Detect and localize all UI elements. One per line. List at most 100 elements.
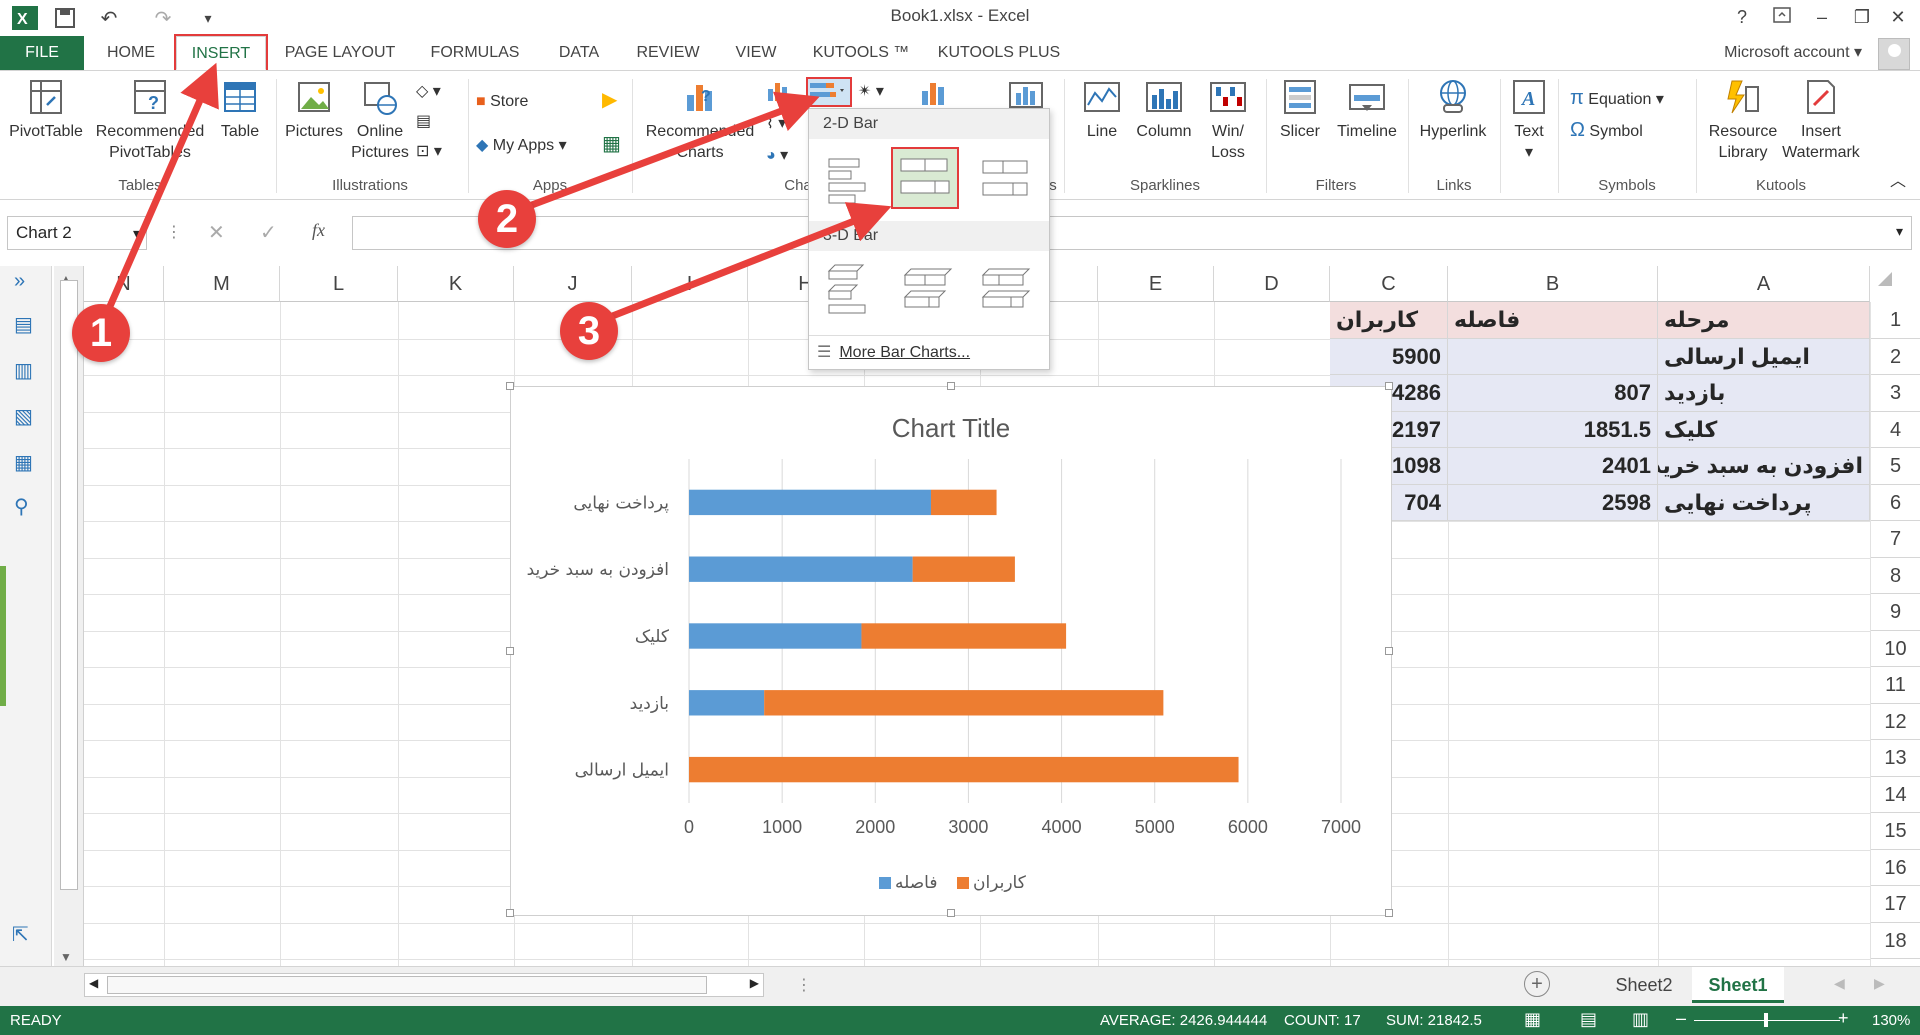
cell-b6[interactable]: 2598	[1448, 484, 1658, 521]
100-stacked-bar-option[interactable]	[977, 151, 1033, 207]
recommended-charts-button[interactable]: ? Recommended Charts	[638, 71, 762, 163]
row-header-18[interactable]: 18	[1870, 922, 1920, 959]
tab-view[interactable]: VIEW	[726, 36, 786, 70]
row-header-16[interactable]: 16	[1870, 849, 1920, 886]
more-bar-charts-link[interactable]: ☰ More Bar Charts...	[817, 339, 1043, 367]
table-button[interactable]: Table	[212, 71, 268, 142]
column-header-b[interactable]: B	[1448, 266, 1658, 302]
chart-resize-handle[interactable]	[506, 382, 514, 390]
column-header-k[interactable]: K	[398, 266, 514, 302]
pie-chart-dropdown-icon[interactable]: ◕ ▾	[766, 143, 788, 169]
scroll-left-icon[interactable]: ◀	[89, 976, 98, 990]
3d-clustered-bar-option[interactable]	[823, 261, 879, 317]
symbol-button[interactable]: Ω Symbol	[1570, 117, 1643, 143]
sparkline-line-button[interactable]: Line	[1070, 71, 1134, 142]
tab-insert[interactable]: INSERT	[174, 34, 268, 72]
chart-resize-handle[interactable]	[947, 909, 955, 917]
chart-resize-handle[interactable]	[947, 382, 955, 390]
page-break-view-icon[interactable]: ▥	[1632, 1009, 1649, 1030]
name-box[interactable]: Chart 2 ▾	[7, 216, 147, 250]
row-header-2[interactable]: 2	[1870, 338, 1920, 375]
sheet-prev-icon[interactable]: ◀	[1834, 975, 1845, 992]
cell-b3[interactable]: 807	[1448, 375, 1658, 412]
tab-formulas[interactable]: FORMULAS	[420, 36, 530, 70]
chart-resize-handle[interactable]	[506, 909, 514, 917]
bar-chart-dropdown-button[interactable]	[806, 77, 852, 107]
column-header-e[interactable]: E	[1098, 266, 1214, 302]
row-header-9[interactable]: 9	[1870, 594, 1920, 631]
help-icon[interactable]: ?	[1724, 2, 1760, 32]
3d-stacked-bar-option[interactable]	[899, 261, 955, 317]
avatar[interactable]	[1878, 38, 1910, 70]
resource-library-button[interactable]: Resource Library	[1700, 71, 1786, 163]
pane-resize-handle[interactable]	[0, 566, 6, 706]
sheet-next-icon[interactable]: ▶	[1874, 975, 1885, 992]
cell-b1[interactable]: فاصله	[1448, 302, 1658, 339]
column-header-j[interactable]: J	[514, 266, 632, 302]
zoom-in-icon[interactable]: +	[1838, 1008, 1849, 1029]
column-list-icon[interactable]: ▦	[14, 450, 33, 475]
column-header-a[interactable]: A	[1658, 266, 1870, 302]
cell-a4[interactable]: کلیک	[1658, 411, 1870, 448]
slicer-button[interactable]: Slicer	[1270, 71, 1330, 142]
sheet-tab-sheet2[interactable]: Sheet2	[1598, 967, 1690, 1003]
expand-pane-icon[interactable]: »	[14, 270, 25, 293]
row-header-10[interactable]: 10	[1870, 630, 1920, 667]
cell-a1[interactable]: مرحله	[1658, 302, 1870, 339]
horizontal-scrollbar-thumb[interactable]	[107, 976, 707, 994]
cell-a3[interactable]: بازدید	[1658, 375, 1870, 412]
text-button[interactable]: A Text ▾	[1504, 71, 1554, 163]
sparkline-column-button[interactable]: Column	[1132, 71, 1196, 142]
chart-resize-handle[interactable]	[1385, 909, 1393, 917]
column-header-c[interactable]: C	[1330, 266, 1448, 302]
normal-view-icon[interactable]: ▦	[1524, 1009, 1541, 1030]
zoom-level[interactable]: 130%	[1872, 1012, 1910, 1029]
clustered-bar-option[interactable]	[823, 151, 879, 207]
sheet-tab-sheet1[interactable]: Sheet1	[1692, 967, 1784, 1003]
column-header-m[interactable]: M	[164, 266, 280, 302]
row-header-6[interactable]: 6	[1870, 484, 1920, 521]
pivottable-button[interactable]: PivotTable	[6, 71, 86, 142]
cancel-icon[interactable]: ✕	[208, 220, 225, 245]
row-header-8[interactable]: 8	[1870, 557, 1920, 594]
shapes-icon[interactable]: ◇ ▾	[416, 79, 441, 105]
row-header-17[interactable]: 17	[1870, 886, 1920, 923]
row-header-1[interactable]: 1	[1870, 302, 1920, 339]
share-icon[interactable]: ⇱	[12, 922, 29, 947]
sparkline-winloss-button[interactable]: Win/ Loss	[1196, 71, 1260, 163]
cell-c2[interactable]: 5900	[1330, 338, 1448, 375]
collapse-ribbon-icon[interactable]: ︿	[1890, 169, 1906, 195]
name-manager-icon[interactable]: ▧	[14, 404, 33, 429]
cell-a2[interactable]: ایمیل ارسالی	[1658, 338, 1870, 375]
tab-kutools-plus[interactable]: KUTOOLS PLUS	[934, 36, 1064, 70]
restore-icon[interactable]: ❐	[1844, 2, 1880, 32]
equation-button[interactable]: π Equation ▾	[1570, 85, 1664, 111]
scrollbar-thumb[interactable]	[60, 280, 78, 890]
chart-resize-handle[interactable]	[1385, 382, 1393, 390]
chart-resize-handle[interactable]	[506, 647, 514, 655]
column-header-d[interactable]: D	[1214, 266, 1330, 302]
hyperlink-button[interactable]: Hyperlink	[1408, 71, 1498, 142]
formula-bar-menu-icon[interactable]: ⋮	[166, 222, 182, 242]
tab-review[interactable]: REVIEW	[628, 36, 708, 70]
scroll-right-icon[interactable]: ▶	[750, 976, 759, 990]
line-chart-dropdown-icon[interactable]: ⌇ ▾	[766, 111, 786, 137]
chart-area[interactable]: Chart Title 0 1000 2000 3000 4000 5000 6000 7000…	[506, 382, 1393, 917]
close-icon[interactable]: ✕	[1880, 2, 1916, 32]
insert-function-icon[interactable]: fx	[312, 220, 325, 241]
new-sheet-icon[interactable]: +	[1524, 971, 1550, 997]
row-header-13[interactable]: 13	[1870, 740, 1920, 777]
tab-page-layout[interactable]: PAGE LAYOUT	[280, 36, 400, 70]
cell-c1[interactable]: کاربران	[1330, 302, 1448, 339]
row-header-4[interactable]: 4	[1870, 411, 1920, 448]
chart-resize-handle[interactable]	[1385, 647, 1393, 655]
row-header-7[interactable]: 7	[1870, 521, 1920, 558]
cell-a5[interactable]: افزودن به سبد خرید	[1658, 448, 1870, 485]
scroll-down-icon[interactable]: ▼	[60, 950, 72, 964]
minimize-icon[interactable]: –	[1804, 2, 1840, 32]
recommended-pivottables-button[interactable]: ? Recommended PivotTables	[90, 71, 210, 163]
scatter-chart-dropdown-icon[interactable]: ✴ ▾	[858, 79, 884, 105]
screenshot-icon[interactable]: ⊡ ▾	[416, 139, 442, 165]
map-chart-icon[interactable]	[1008, 81, 1044, 108]
row-header-5[interactable]: 5	[1870, 448, 1920, 485]
